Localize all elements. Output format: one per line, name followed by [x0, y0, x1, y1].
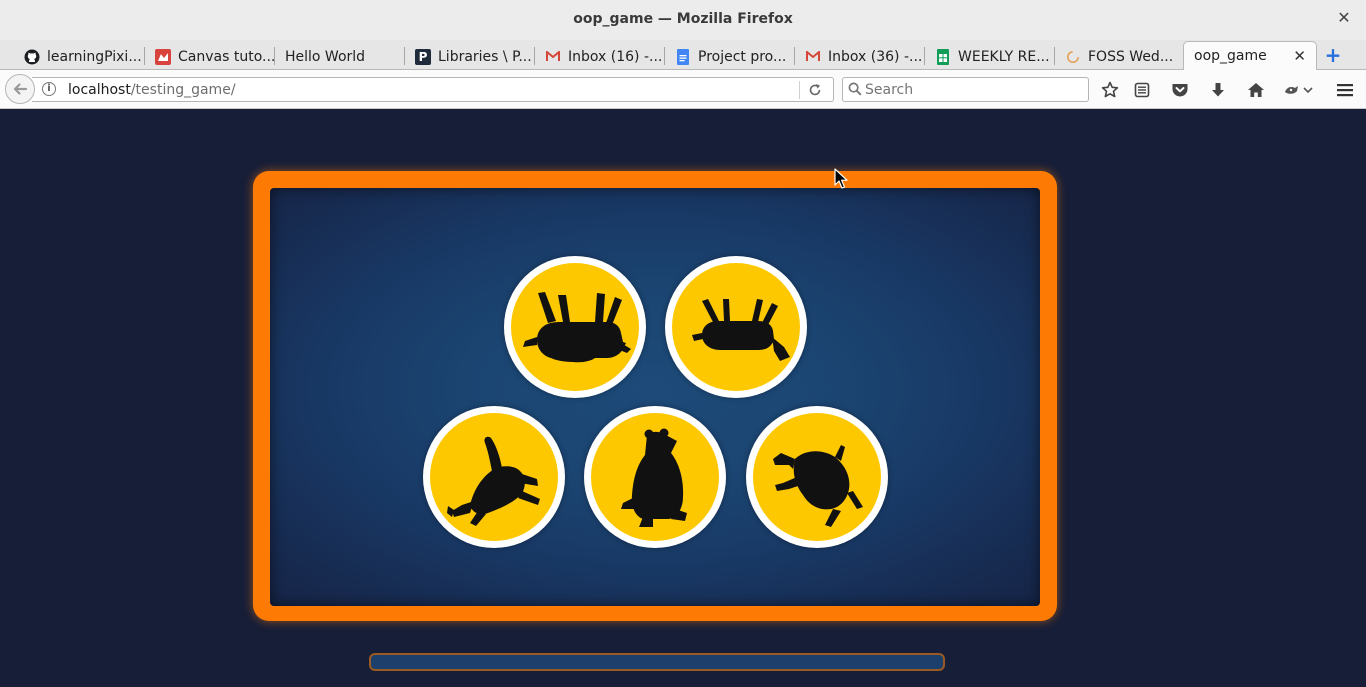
search-icon [848, 82, 862, 96]
new-tab-plus-icon[interactable]: + [1323, 45, 1343, 65]
animal-token[interactable] [504, 256, 646, 398]
tab-label: Hello World [285, 48, 366, 65]
home-icon[interactable] [1245, 79, 1267, 101]
tab-hello-world[interactable]: Hello World [275, 43, 405, 70]
downloads-icon[interactable] [1207, 79, 1229, 101]
tab-inbox-16[interactable]: Inbox (16) -... [535, 43, 665, 70]
tab-libraries[interactable]: P Libraries \ P... [405, 43, 535, 70]
tab-weekly-report[interactable]: WEEKLY RE... [925, 43, 1055, 70]
page-content [0, 110, 1366, 687]
goat-icon [692, 299, 790, 361]
tab-label: Project pro... [698, 48, 787, 65]
github-icon [24, 49, 40, 65]
docs-icon [675, 48, 691, 65]
tab-label: Inbox (36) -... [828, 48, 923, 65]
tab-inbox-36[interactable]: Inbox (36) -... [795, 43, 925, 70]
tab-learningpixi[interactable]: learningPixi... [14, 43, 145, 70]
mdn-icon [155, 48, 171, 65]
game-board [270, 188, 1040, 606]
window-title: oop_game — Mozilla Firefox [573, 11, 793, 27]
url-bar[interactable]: i localhost/testing_game/ [32, 77, 834, 102]
tab-label: WEEKLY RE... [958, 48, 1050, 65]
tab-label: Inbox (16) -... [568, 48, 663, 65]
tab-label: Libraries \ P... [438, 48, 532, 65]
p-icon: P [415, 48, 431, 65]
navigation-bar: i localhost/testing_game/ [0, 70, 1366, 109]
search-input[interactable] [865, 80, 1085, 100]
bear-icon [621, 428, 687, 527]
cat-icon [447, 436, 540, 526]
pocket-icon[interactable] [1169, 79, 1191, 101]
gmail-icon [545, 49, 561, 65]
back-arrow-icon [13, 83, 28, 95]
tab-label: Canvas tuto... [178, 48, 275, 65]
tab-close-icon[interactable]: ✕ [1293, 47, 1306, 65]
animal-token[interactable] [746, 406, 888, 548]
url-text[interactable]: localhost/testing_game/ [68, 82, 236, 98]
tab-strip: learningPixi... Canvas tuto... Hello Wor… [0, 40, 1366, 70]
animal-token[interactable] [584, 406, 726, 548]
animal-token[interactable] [665, 256, 807, 398]
tab-label: oop_game [1194, 48, 1267, 64]
window-titlebar: oop_game — Mozilla Firefox ✕ [0, 0, 1366, 40]
tab-oop-game[interactable]: oop_game ✕ [1183, 41, 1317, 70]
tab-label: FOSS Wed... [1088, 48, 1174, 65]
window-close-icon[interactable]: ✕ [1336, 10, 1352, 26]
reading-list-icon[interactable] [1131, 79, 1153, 101]
site-info-icon[interactable]: i [42, 82, 56, 96]
tab-project-proposal[interactable]: Project pro... [665, 43, 795, 70]
cow-icon [523, 292, 631, 363]
sheets-icon [935, 48, 951, 65]
extension-menu-icon[interactable] [1281, 79, 1315, 101]
hamburger-menu-icon[interactable] [1334, 79, 1356, 101]
tab-foss-wednesday[interactable]: FOSS Wed... [1055, 43, 1183, 70]
tab-label: learningPixi... [47, 48, 142, 65]
game-frame [253, 171, 1057, 621]
progress-bar [369, 653, 945, 671]
search-bar[interactable] [842, 77, 1089, 102]
tab-canvas-tutorial[interactable]: Canvas tuto... [145, 43, 275, 70]
gmail-icon [805, 49, 821, 65]
loading-icon [1065, 49, 1081, 65]
animal-token[interactable] [423, 406, 565, 548]
bookmark-star-icon[interactable] [1099, 79, 1121, 101]
back-button[interactable] [5, 74, 35, 104]
reload-icon[interactable] [808, 80, 822, 101]
dog-icon [773, 445, 863, 527]
